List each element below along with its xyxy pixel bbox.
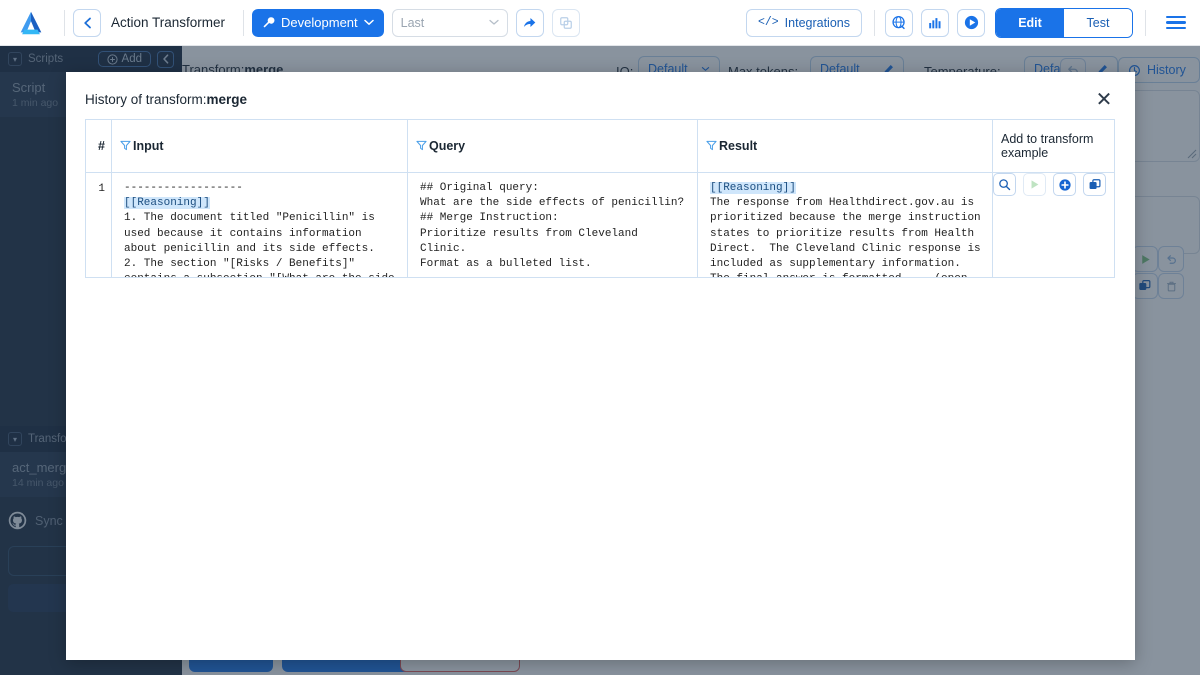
chevron-down-icon	[489, 19, 499, 26]
wrench-icon	[262, 16, 275, 29]
last-run-select[interactable]: Last	[392, 9, 508, 37]
query-text: ## Original query: What are the side eff…	[420, 182, 684, 270]
column-header-input[interactable]: Input	[112, 120, 408, 173]
history-table: # Input Query Result Add to transform ex…	[85, 119, 1115, 278]
play-circle-icon	[963, 14, 980, 31]
column-label-query: Query	[429, 139, 465, 153]
edit-test-toggle: Edit Test	[995, 8, 1133, 38]
query-cell[interactable]: ## Original query: What are the side eff…	[408, 173, 698, 278]
top-navigation-bar: Action Transformer Development Last	[0, 0, 1200, 46]
hamburger-menu-icon[interactable]	[1166, 12, 1186, 33]
table-row: 1 ------------------ [[Reasoning]] 1. Th…	[86, 173, 1115, 278]
copy-button[interactable]	[552, 9, 580, 37]
app-root: Action Transformer Development Last	[0, 0, 1200, 675]
column-header-actions: Add to transform example	[993, 120, 1115, 173]
result-reasoning-tag: [[Reasoning]]	[710, 182, 796, 194]
environment-label: Development	[281, 15, 358, 30]
funnel-filter-icon[interactable]	[416, 140, 427, 151]
column-label-result: Result	[719, 139, 757, 153]
row-number: 1	[86, 173, 111, 195]
share-button[interactable]	[516, 9, 544, 37]
run-button[interactable]	[957, 9, 985, 37]
code-brackets-icon: </>	[758, 16, 779, 29]
history-modal: History of transform:merge ✕ # Input Que…	[66, 72, 1135, 660]
input-cell-scroll[interactable]: ------------------ [[Reasoning]] 1. The …	[112, 173, 407, 277]
magnifier-icon	[998, 178, 1011, 191]
divider	[64, 10, 65, 36]
adept-logo-icon	[16, 8, 46, 38]
tab-test[interactable]: Test	[1064, 9, 1132, 37]
integrations-button[interactable]: </> Integrations	[746, 9, 862, 37]
result-body: The response from Healthdirect.gov.au is…	[710, 197, 987, 277]
modal-title: History of transform:merge	[85, 92, 247, 107]
modal-title-prefix: History of transform:	[85, 92, 207, 107]
chevron-left-icon	[83, 17, 92, 29]
environment-selector[interactable]: Development	[252, 9, 384, 37]
row-number-cell: 1	[86, 173, 112, 278]
input-divider: ------------------	[124, 182, 243, 194]
query-cell-scroll[interactable]: ## Original query: What are the side eff…	[408, 173, 697, 277]
globe-icon	[891, 15, 907, 31]
table-header-row: # Input Query Result Add to transform ex…	[86, 120, 1115, 173]
result-cell-scroll[interactable]: [[Reasoning]] The response from Healthdi…	[698, 173, 992, 277]
plus-circle-filled-icon	[1058, 178, 1072, 192]
copy-icon	[559, 16, 573, 30]
input-cell[interactable]: ------------------ [[Reasoning]] 1. The …	[112, 173, 408, 278]
result-cell[interactable]: [[Reasoning]] The response from Healthdi…	[698, 173, 993, 278]
tab-edit[interactable]: Edit	[996, 9, 1064, 37]
chevron-down-icon	[364, 19, 374, 26]
row-action-buttons	[993, 173, 1114, 196]
run-row-button[interactable]	[1023, 173, 1046, 196]
integrations-label: Integrations	[785, 16, 850, 30]
input-reasoning-tag: [[Reasoning]]	[124, 197, 210, 209]
globe-button[interactable]	[885, 9, 913, 37]
close-x-icon[interactable]: ✕	[1091, 87, 1117, 113]
last-run-value: Last	[401, 16, 425, 30]
duplicate-icon	[1088, 178, 1102, 192]
back-button[interactable]	[73, 9, 101, 37]
bar-chart-icon	[927, 15, 943, 31]
modal-title-name: merge	[207, 92, 248, 107]
app-title: Action Transformer	[111, 15, 225, 30]
actions-cell	[993, 173, 1115, 278]
column-header-query[interactable]: Query	[408, 120, 698, 173]
inspect-row-button[interactable]	[993, 173, 1016, 196]
play-icon	[1028, 178, 1041, 191]
divider	[243, 10, 244, 36]
column-label-input: Input	[133, 139, 164, 153]
column-header-result[interactable]: Result	[698, 120, 993, 173]
divider	[874, 10, 875, 36]
column-header-number: #	[86, 120, 112, 173]
funnel-filter-icon[interactable]	[120, 140, 131, 151]
add-example-button[interactable]	[1053, 173, 1076, 196]
divider	[1145, 10, 1146, 36]
input-body: 1. The document titled "Penicillin" is u…	[124, 212, 401, 277]
share-arrow-icon	[522, 15, 537, 30]
funnel-filter-icon[interactable]	[706, 140, 717, 151]
duplicate-row-button[interactable]	[1083, 173, 1106, 196]
analytics-button[interactable]	[921, 9, 949, 37]
